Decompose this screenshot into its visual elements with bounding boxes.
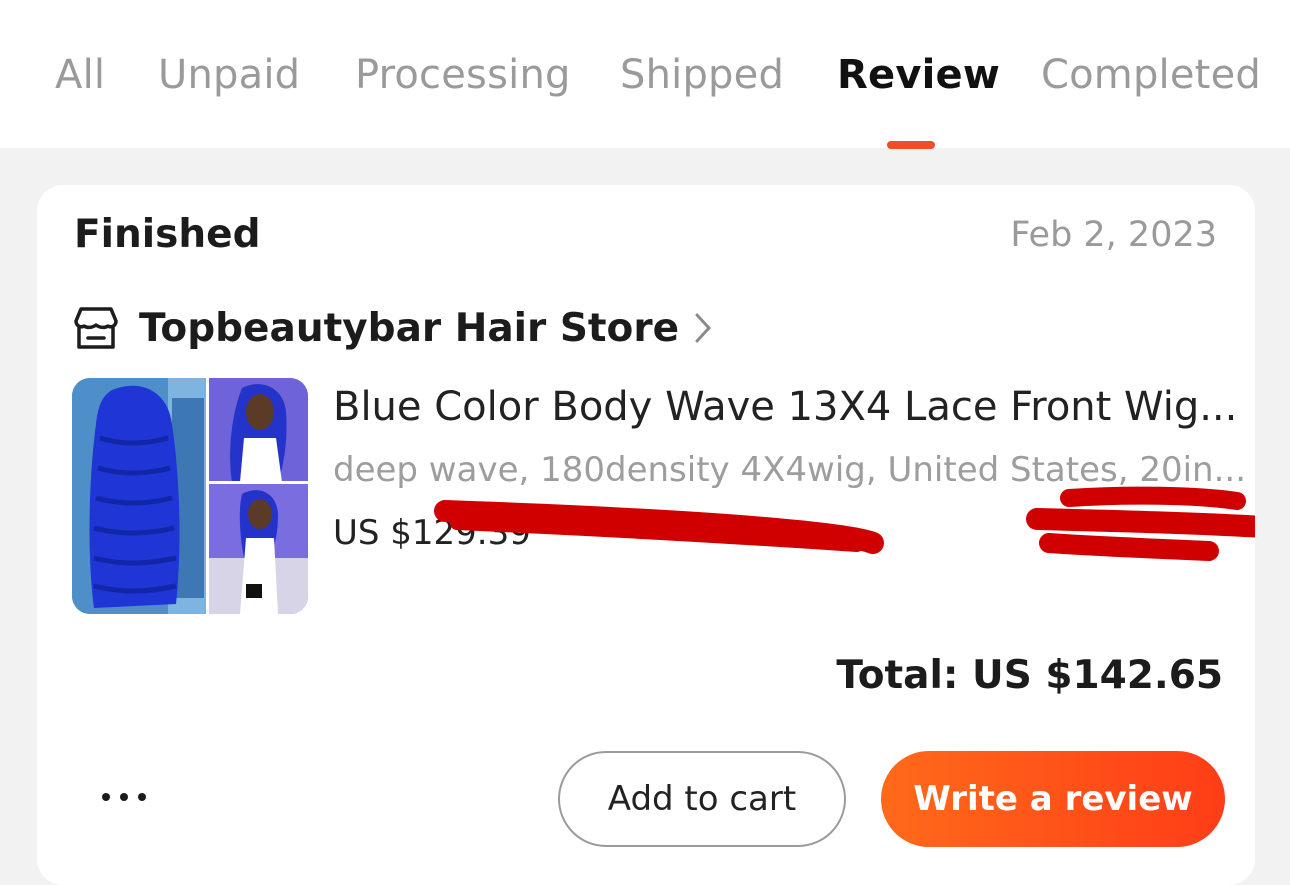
order-status-tabs: All Unpaid Processing Shipped Review Com… — [0, 0, 1290, 149]
order-total: Total: US $142.65 — [836, 653, 1223, 698]
tab-shipped[interactable]: Shipped — [620, 50, 784, 100]
store-icon — [71, 304, 123, 352]
chevron-right-icon — [693, 311, 719, 345]
order-card[interactable]: Finished Feb 2, 2023 Topbeautybar Hair S… — [37, 185, 1255, 885]
tab-review[interactable]: Review — [837, 50, 1000, 100]
product-price: US $129.39 — [333, 513, 531, 553]
active-tab-indicator — [887, 141, 935, 149]
write-review-button[interactable]: Write a review — [881, 751, 1225, 847]
tab-unpaid[interactable]: Unpaid — [158, 50, 300, 100]
store-name: Topbeautybar Hair Store — [139, 305, 680, 351]
store-link[interactable]: Topbeautybar Hair Store — [71, 300, 719, 356]
order-status: Finished — [74, 212, 261, 257]
tab-processing[interactable]: Processing — [355, 50, 571, 100]
more-dots-icon[interactable] — [89, 775, 159, 819]
order-date: Feb 2, 2023 — [1010, 215, 1217, 255]
tab-all[interactable]: All — [55, 50, 105, 100]
product-variant: deep wave, 180density 4X4wig, United Sta… — [333, 450, 1247, 490]
product-title[interactable]: Blue Color Body Wave 13X4 Lace Front Wig… — [333, 381, 1237, 433]
add-to-cart-button[interactable]: Add to cart — [558, 751, 846, 847]
tab-completed[interactable]: Completed — [1041, 50, 1261, 100]
product-thumbnail[interactable] — [72, 378, 308, 614]
